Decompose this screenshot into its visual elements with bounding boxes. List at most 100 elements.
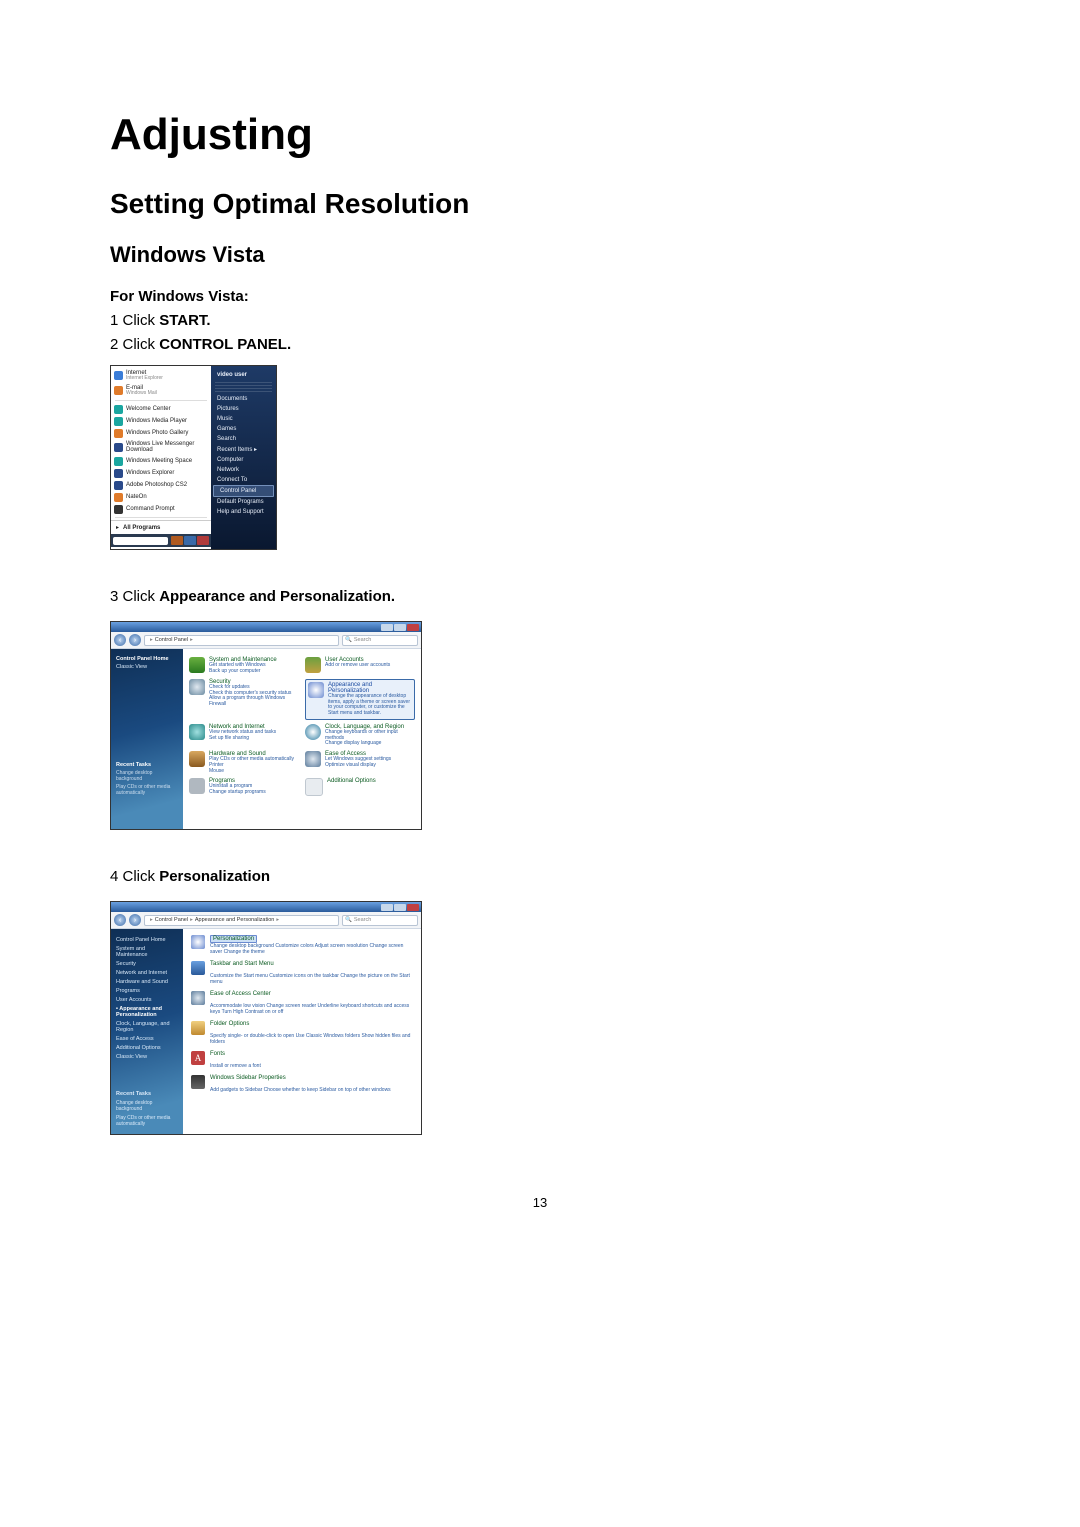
breadcrumb-part[interactable]: Appearance and Personalization	[195, 917, 275, 923]
sidebar-link[interactable]: Classic View	[116, 1052, 178, 1061]
breadcrumb-part[interactable]: ▸	[190, 917, 193, 923]
start-menu-item[interactable]: InternetInternet Explorer	[111, 368, 211, 383]
control-panel-category[interactable]: Clock, Language, and RegionChange keyboa…	[305, 724, 415, 747]
category-sublink[interactable]: Allow a program through Windows Firewall	[209, 696, 299, 708]
category-sublinks[interactable]: Install or remove a font	[210, 1063, 261, 1069]
category-sublinks[interactable]: Add gadgets to Sidebar Choose whether to…	[210, 1087, 391, 1093]
start-right-item[interactable]: Music	[211, 414, 276, 424]
sidebar-home[interactable]: Control Panel Home	[116, 655, 178, 663]
category-sublink[interactable]: Add or remove user accounts	[325, 663, 390, 669]
start-menu-item[interactable]: Welcome Center	[111, 403, 211, 415]
start-right-item[interactable]: Pictures	[211, 404, 276, 414]
category-heading[interactable]: Personalization	[210, 935, 257, 943]
search-input[interactable]: 🔍 Search	[342, 635, 418, 646]
category-sublink[interactable]: Mouse	[209, 769, 294, 775]
sidebar-link[interactable]: User Accounts	[116, 995, 178, 1004]
category-sublink[interactable]: Change the appearance of desktop items, …	[328, 694, 412, 717]
sidebar-link[interactable]: Appearance and Personalization	[116, 1004, 178, 1019]
start-right-item[interactable]: Control Panel	[213, 485, 274, 497]
category-heading[interactable]: Ease of Access Center	[210, 991, 413, 997]
power-button[interactable]	[184, 536, 196, 545]
category-sublinks[interactable]: Customize the Start menu Customize icons…	[210, 973, 410, 985]
nav-forward-button[interactable]: ›	[129, 634, 141, 646]
control-panel-category[interactable]: Additional Options	[305, 778, 415, 796]
category-sublinks[interactable]: Accommodate low vision Change screen rea…	[210, 1003, 409, 1015]
category-sublink[interactable]: Change display language	[325, 741, 415, 747]
category-heading[interactable]: Taskbar and Start Menu	[210, 961, 413, 967]
sidebar-link[interactable]: Control Panel Home	[116, 935, 178, 944]
control-panel-category[interactable]: Hardware and SoundPlay CDs or other medi…	[189, 751, 299, 774]
appearance-category[interactable]: AFontsInstall or remove a font	[191, 1051, 413, 1069]
control-panel-category[interactable]: SecurityCheck for updatesCheck this comp…	[189, 679, 299, 720]
nav-back-button[interactable]: ‹	[114, 914, 126, 926]
breadcrumb-part[interactable]: ▸	[190, 637, 193, 643]
sidebar-recent-2[interactable]: Play CDs or other media automatically	[116, 783, 178, 797]
sidebar-link[interactable]: Additional Options	[116, 1043, 178, 1052]
minimize-button[interactable]	[381, 624, 393, 631]
nav-forward-button[interactable]: ›	[129, 914, 141, 926]
close-button[interactable]	[407, 904, 419, 911]
control-panel-category[interactable]: Ease of AccessLet Windows suggest settin…	[305, 751, 415, 774]
start-menu-item[interactable]: Windows Meeting Space	[111, 455, 211, 467]
start-right-item[interactable]: Documents	[211, 394, 276, 404]
control-panel-category[interactable]: System and MaintenanceGet started with W…	[189, 657, 299, 675]
category-heading[interactable]: Fonts	[210, 1051, 261, 1057]
power-button[interactable]	[197, 536, 209, 545]
category-heading[interactable]: Folder Options	[210, 1021, 413, 1027]
start-menu-item[interactable]: NateOn	[111, 491, 211, 503]
start-menu-item[interactable]: Windows Media Player	[111, 415, 211, 427]
appearance-category[interactable]: Ease of Access Center Accommodate low vis…	[191, 991, 413, 1015]
sidebar-link[interactable]: Ease of Access	[116, 1034, 178, 1043]
sidebar-link[interactable]: Clock, Language, and Region	[116, 1019, 178, 1034]
category-sublinks[interactable]: Specify single- or double-click to open …	[210, 1033, 410, 1045]
start-right-item[interactable]: Games	[211, 424, 276, 434]
breadcrumb-part[interactable]: ▸	[150, 917, 153, 923]
sidebar-link[interactable]: Hardware and Sound	[116, 977, 178, 986]
maximize-button[interactable]	[394, 624, 406, 631]
appearance-category[interactable]: Taskbar and Start Menu Customize the Star…	[191, 961, 413, 985]
start-menu-item[interactable]: Windows Live Messenger Download	[111, 439, 211, 455]
start-right-item[interactable]: Search	[211, 434, 276, 444]
start-menu-item[interactable]: E-mailWindows Mail	[111, 383, 211, 398]
start-menu-item[interactable]: Windows Explorer	[111, 467, 211, 479]
minimize-button[interactable]	[381, 904, 393, 911]
category-sublink[interactable]: Change startup programs	[209, 790, 266, 796]
breadcrumb-part[interactable]: Control Panel	[155, 637, 188, 643]
start-right-item[interactable]: Recent Items ▸	[211, 444, 276, 455]
search-input[interactable]: 🔍 Search	[342, 915, 418, 926]
close-button[interactable]	[407, 624, 419, 631]
control-panel-category[interactable]: ProgramsUninstall a programChange startu…	[189, 778, 299, 796]
start-right-item[interactable]: Help and Support	[211, 507, 276, 517]
sidebar-link[interactable]: Network and Internet	[116, 968, 178, 977]
start-right-item[interactable]: Connect To	[211, 475, 276, 485]
sidebar-recent-link[interactable]: Change desktop background	[116, 1098, 178, 1113]
category-sublinks[interactable]: Change desktop background Customize colo…	[210, 943, 403, 955]
start-search-input[interactable]	[113, 537, 168, 545]
start-menu-item[interactable]: Adobe Photoshop CS2	[111, 479, 211, 491]
control-panel-category[interactable]: Network and InternetView network status …	[189, 724, 299, 747]
sidebar-recent-link[interactable]: Play CDs or other media automatically	[116, 1113, 178, 1128]
start-right-item[interactable]: Network	[211, 465, 276, 475]
sidebar-link[interactable]: Security	[116, 959, 178, 968]
nav-back-button[interactable]: ‹	[114, 634, 126, 646]
category-sublink[interactable]: Back up your computer	[209, 669, 277, 675]
appearance-category[interactable]: PersonalizationChange desktop background…	[191, 935, 413, 955]
category-heading[interactable]: Additional Options	[327, 778, 376, 784]
breadcrumb[interactable]: ▸Control Panel▸	[144, 635, 339, 646]
sidebar-recent-1[interactable]: Change desktop background	[116, 769, 178, 783]
category-heading[interactable]: Windows Sidebar Properties	[210, 1075, 391, 1081]
breadcrumb-part[interactable]: ▸	[276, 917, 279, 923]
breadcrumb[interactable]: ▸Control Panel▸Appearance and Personaliz…	[144, 915, 339, 926]
start-right-item[interactable]: Default Programs	[211, 497, 276, 507]
maximize-button[interactable]	[394, 904, 406, 911]
category-sublink[interactable]: Optimize visual display	[325, 763, 391, 769]
start-right-item[interactable]: Computer	[211, 455, 276, 465]
sidebar-link[interactable]: System and Maintenance	[116, 944, 178, 959]
category-sublink[interactable]: Set up file sharing	[209, 736, 276, 742]
appearance-category[interactable]: Folder Options Specify single- or double-…	[191, 1021, 413, 1045]
start-menu-item[interactable]: Windows Photo Gallery	[111, 427, 211, 439]
sidebar-link[interactable]: Programs	[116, 986, 178, 995]
power-button[interactable]	[171, 536, 183, 545]
appearance-category[interactable]: Windows Sidebar Properties Add gadgets to…	[191, 1075, 413, 1093]
sidebar-classic-view[interactable]: Classic View	[116, 663, 178, 671]
